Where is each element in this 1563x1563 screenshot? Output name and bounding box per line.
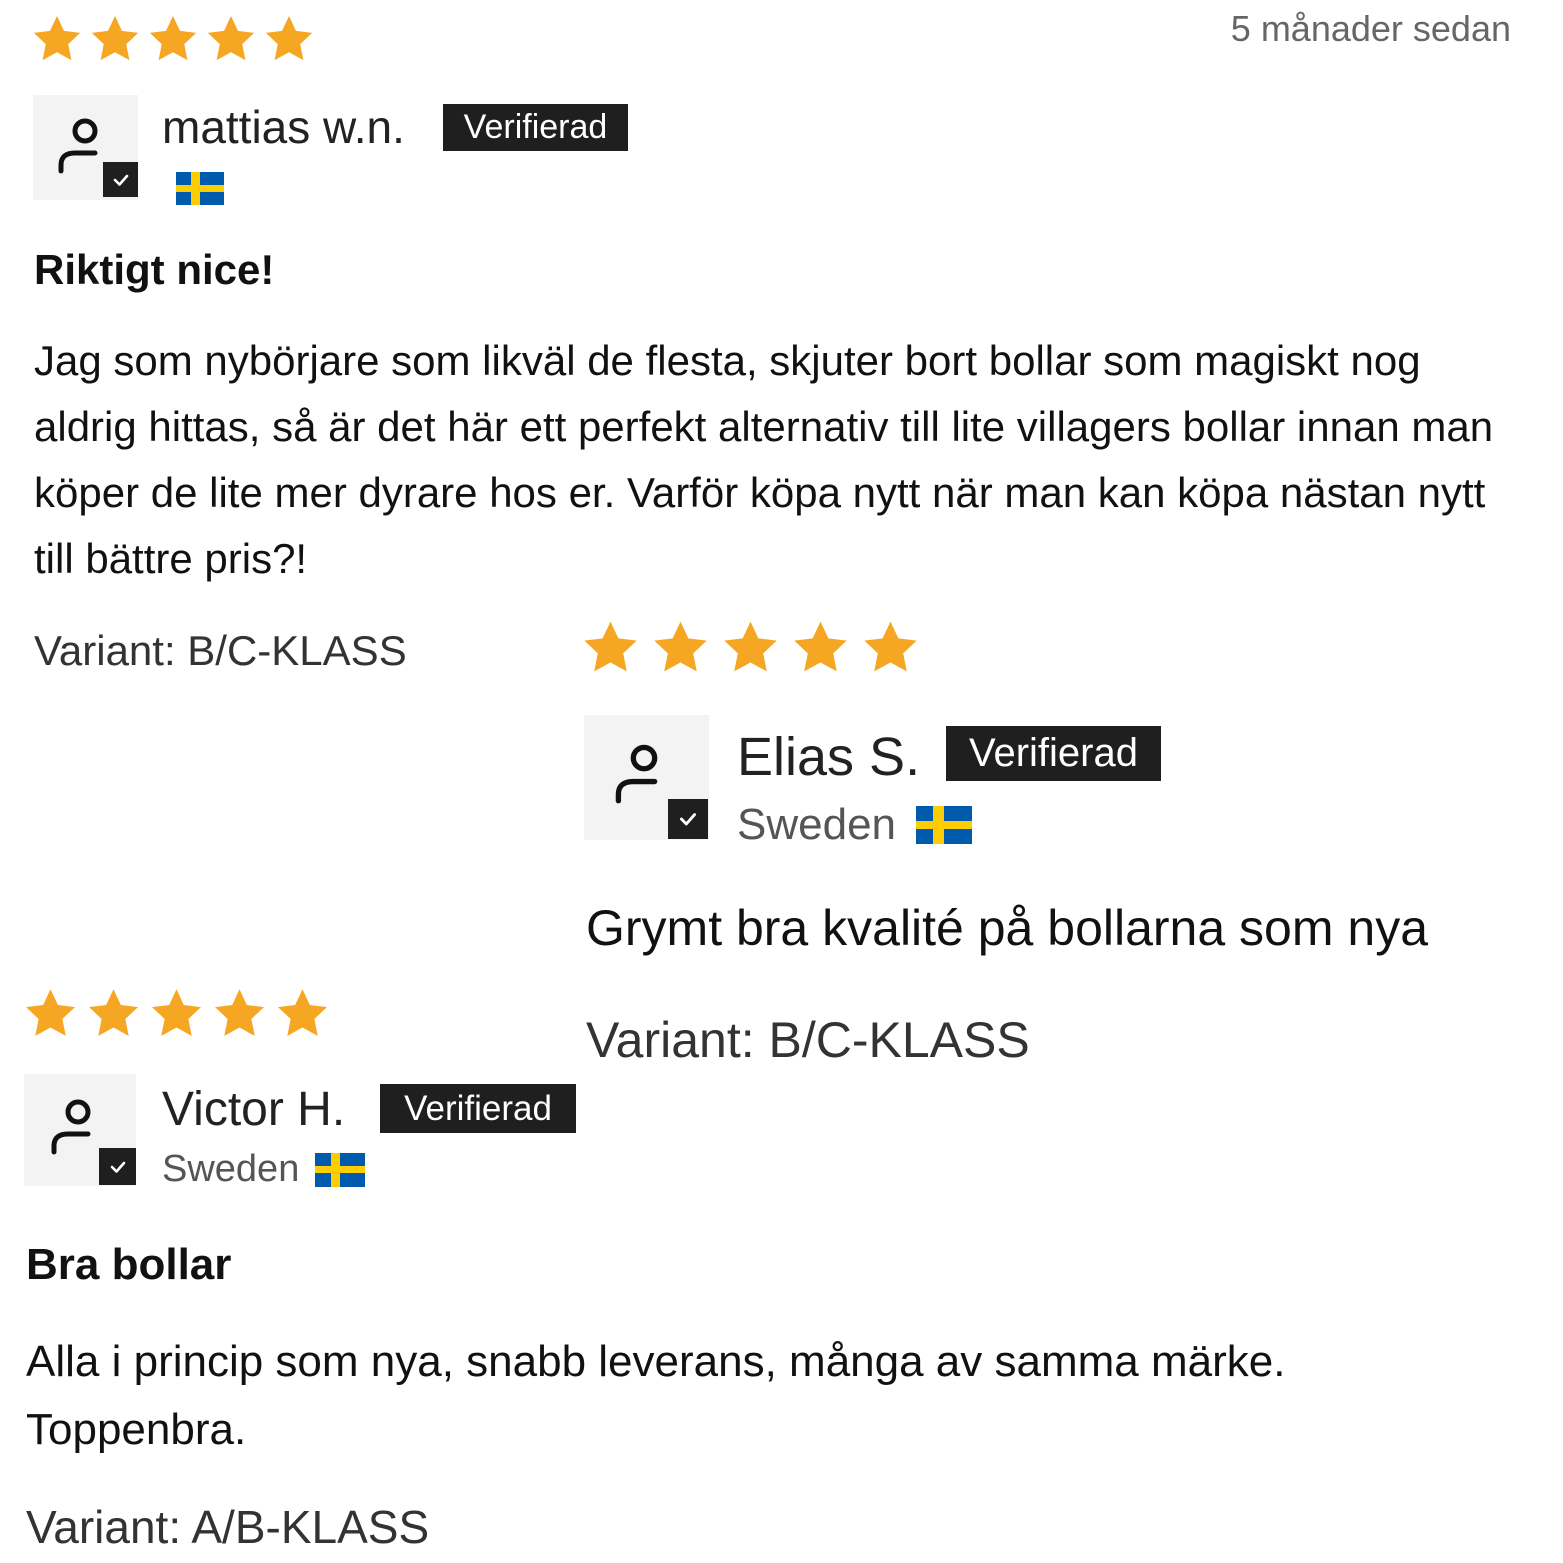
star-icon — [152, 989, 201, 1036]
review-title: Bra bollar — [26, 1240, 232, 1289]
reviewer-name: mattias w.n. — [162, 101, 405, 153]
review-title: Riktigt nice! — [34, 246, 275, 293]
reviewer-location: Sweden — [162, 1148, 366, 1191]
star-icon — [654, 621, 707, 672]
avatar — [24, 1074, 136, 1186]
sweden-flag-icon — [176, 172, 224, 205]
star-icon — [207, 16, 255, 61]
verified-check-icon — [99, 1148, 136, 1185]
star-rating — [580, 617, 921, 678]
star-icon — [278, 989, 327, 1036]
verified-badge: Verifierad — [443, 104, 628, 151]
verified-check-icon — [103, 162, 138, 197]
reviewer-location: Sweden — [737, 800, 973, 850]
star-icon — [215, 989, 264, 1036]
review-body: Jag som nybörjare som likväl de flesta, … — [34, 337, 1494, 582]
review-date: 5 månader sedan — [1230, 8, 1511, 49]
verified-check-icon — [668, 799, 708, 839]
star-icon — [33, 16, 81, 61]
sweden-flag-icon — [315, 1152, 366, 1187]
star-icon — [794, 621, 847, 672]
star-icon — [26, 989, 75, 1036]
star-icon — [584, 621, 637, 672]
star-icon — [149, 16, 197, 61]
review-body: Alla i princip som nya, snabb leverans, … — [26, 1337, 1286, 1454]
star-icon — [265, 16, 313, 61]
verified-badge: Verifierad — [380, 1084, 576, 1133]
review-variant: Variant: A/B-KLASS — [26, 1501, 430, 1553]
star-rating — [30, 12, 316, 66]
avatar — [584, 715, 709, 840]
location-label: Sweden — [162, 1148, 300, 1190]
location-label: Sweden — [737, 800, 897, 849]
star-icon — [864, 621, 917, 672]
avatar — [33, 95, 138, 200]
review-title: Grymt bra kvalité på bollarna som nya — [586, 900, 1429, 956]
sweden-flag-icon — [916, 806, 973, 844]
review-variant: Variant: B/C-KLASS — [34, 627, 407, 674]
reviewer-name: Elias S. — [737, 727, 921, 787]
review-variant: Variant: B/C-KLASS — [586, 1012, 1030, 1068]
verified-badge: Verifierad — [946, 726, 1161, 781]
star-icon — [91, 16, 139, 61]
user-icon — [615, 744, 658, 804]
reviewer-name: Victor H. — [162, 1083, 346, 1136]
star-rating — [22, 985, 331, 1042]
user-icon — [51, 1099, 91, 1155]
star-icon — [89, 989, 138, 1036]
star-icon — [724, 621, 777, 672]
review-card: 5 månader sedan mattias w.n. Verifierad … — [0, 0, 1563, 674]
